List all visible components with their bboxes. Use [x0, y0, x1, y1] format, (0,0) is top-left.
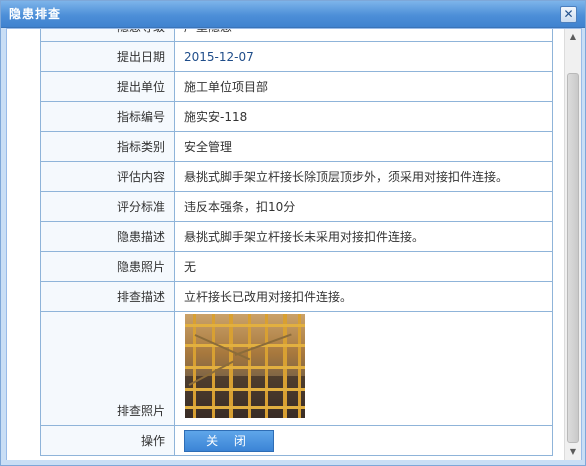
row-label: 排查描述	[40, 281, 175, 312]
close-icon[interactable]: ✕	[560, 6, 577, 23]
table-row-photo: 排查照片	[40, 311, 553, 426]
row-value	[174, 311, 553, 426]
table-row: 提出单位 施工单位项目部	[40, 71, 553, 102]
dialog-title: 隐患排查	[9, 7, 62, 21]
detail-table: 隐患等级 严重隐患 提出日期 2015-12-07 提出单位 施工单位项目部 指…	[40, 29, 553, 456]
row-label: 隐患等级	[40, 29, 175, 42]
vertical-scrollbar[interactable]: ▲ ▼	[564, 29, 581, 460]
hazard-inspection-dialog: 隐患排查 ✕ 隐患等级 严重隐患 提出日期 2015-12-07 提出单位 施工…	[0, 0, 586, 466]
table-row: 隐患等级 严重隐患	[40, 29, 553, 42]
row-value: 施实安-118	[174, 101, 553, 132]
row-value: 立杆接长已改用对接扣件连接。	[174, 281, 553, 312]
scroll-down-icon[interactable]: ▼	[566, 445, 580, 459]
row-value: 2015-12-07	[174, 41, 553, 72]
table-row: 隐患照片 无	[40, 251, 553, 282]
dialog-body: 隐患等级 严重隐患 提出日期 2015-12-07 提出单位 施工单位项目部 指…	[6, 28, 582, 461]
table-row: 提出日期 2015-12-07	[40, 41, 553, 72]
row-label: 隐患照片	[40, 251, 175, 282]
row-value: 安全管理	[174, 131, 553, 162]
row-value: 无	[174, 251, 553, 282]
table-row: 隐患描述 悬挑式脚手架立杆接长未采用对接扣件连接。	[40, 221, 553, 252]
row-value: 违反本强条，扣10分	[174, 191, 553, 222]
table-row-actions: 操作 关 闭	[40, 425, 553, 456]
row-label: 评估内容	[40, 161, 175, 192]
row-value: 关 闭	[174, 425, 553, 456]
row-label: 提出日期	[40, 41, 175, 72]
scrollbar-thumb[interactable]	[567, 73, 579, 443]
table-row: 排查描述 立杆接长已改用对接扣件连接。	[40, 281, 553, 312]
row-label: 操作	[40, 425, 175, 456]
row-value: 严重隐患	[174, 29, 553, 42]
row-label: 指标类别	[40, 131, 175, 162]
row-label: 评分标准	[40, 191, 175, 222]
row-label: 提出单位	[40, 71, 175, 102]
close-button[interactable]: 关 闭	[184, 429, 274, 452]
row-value: 悬挑式脚手架立杆接长除顶层顶步外，须采用对接扣件连接。	[174, 161, 553, 192]
row-value: 施工单位项目部	[174, 71, 553, 102]
row-label: 排查照片	[40, 311, 175, 426]
table-row: 评估内容 悬挑式脚手架立杆接长除顶层顶步外，须采用对接扣件连接。	[40, 161, 553, 192]
row-value: 悬挑式脚手架立杆接长未采用对接扣件连接。	[174, 221, 553, 252]
row-label: 指标编号	[40, 101, 175, 132]
scroll-up-icon[interactable]: ▲	[566, 30, 580, 44]
table-row: 指标类别 安全管理	[40, 131, 553, 162]
dialog-bottom-border	[1, 460, 585, 465]
table-row: 评分标准 违反本强条，扣10分	[40, 191, 553, 222]
left-margin	[7, 29, 40, 460]
dialog-titlebar[interactable]: 隐患排查 ✕	[1, 1, 585, 28]
scaffold-photo[interactable]	[185, 314, 305, 418]
row-label: 隐患描述	[40, 221, 175, 252]
table-row: 指标编号 施实安-118	[40, 101, 553, 132]
